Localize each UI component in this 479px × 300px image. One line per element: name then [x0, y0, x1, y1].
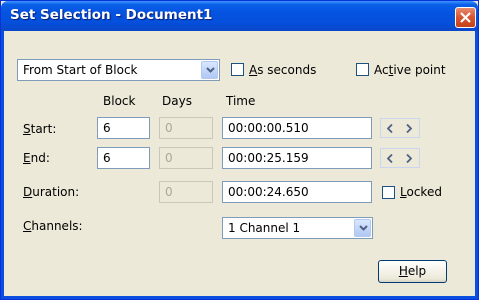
close-button[interactable] [455, 7, 476, 28]
mode-select[interactable]: From Start of Block [17, 59, 220, 81]
duration-time-input[interactable]: 00:00:24.650 [222, 181, 372, 203]
end-decrement-button[interactable] [381, 149, 400, 167]
mode-select-value: From Start of Block [23, 63, 138, 77]
as-seconds-label: As seconds [249, 63, 317, 77]
locked-label: Locked [400, 185, 442, 199]
duration-days-input: 0 [159, 181, 213, 203]
channels-select[interactable]: 1 Channel 1 [222, 217, 373, 239]
start-block-input[interactable]: 6 [97, 117, 150, 139]
channels-select-value: 1 Channel 1 [228, 221, 301, 235]
column-header-days: Days [162, 94, 192, 108]
chevron-down-icon[interactable] [354, 219, 371, 237]
start-days-input: 0 [159, 117, 213, 139]
chevron-right-icon [406, 124, 412, 133]
start-label: Start: [23, 122, 57, 136]
chevron-left-icon [387, 124, 393, 133]
end-spinner[interactable] [380, 148, 420, 168]
active-point-checkbox[interactable] [356, 63, 369, 76]
chevron-left-icon [387, 154, 393, 163]
end-increment-button[interactable] [400, 149, 419, 167]
locked-checkbox[interactable] [382, 186, 395, 199]
start-spinner[interactable] [380, 118, 420, 138]
end-time-input[interactable]: 00:00:25.159 [222, 147, 372, 169]
set-selection-dialog: Set Selection - Document1 From Start of … [0, 0, 479, 300]
chevron-down-icon[interactable] [201, 61, 218, 79]
close-icon [460, 12, 471, 23]
as-seconds-checkbox[interactable] [231, 63, 244, 76]
active-point-label: Active point [374, 63, 446, 77]
end-days-input: 0 [159, 147, 213, 169]
end-label: End: [23, 151, 50, 165]
start-time-input[interactable]: 00:00:00.510 [222, 117, 372, 139]
start-increment-button[interactable] [400, 119, 419, 137]
column-header-time: Time [226, 94, 256, 108]
duration-label: Duration: [23, 185, 80, 199]
end-block-input[interactable]: 6 [97, 147, 150, 169]
start-decrement-button[interactable] [381, 119, 400, 137]
chevron-right-icon [406, 154, 412, 163]
help-button[interactable]: Help [378, 260, 447, 283]
column-header-block: Block [103, 94, 136, 108]
window-title: Set Selection - Document1 [10, 7, 213, 23]
title-bar[interactable]: Set Selection - Document1 [1, 1, 478, 31]
channels-label: Channels: [23, 219, 83, 233]
